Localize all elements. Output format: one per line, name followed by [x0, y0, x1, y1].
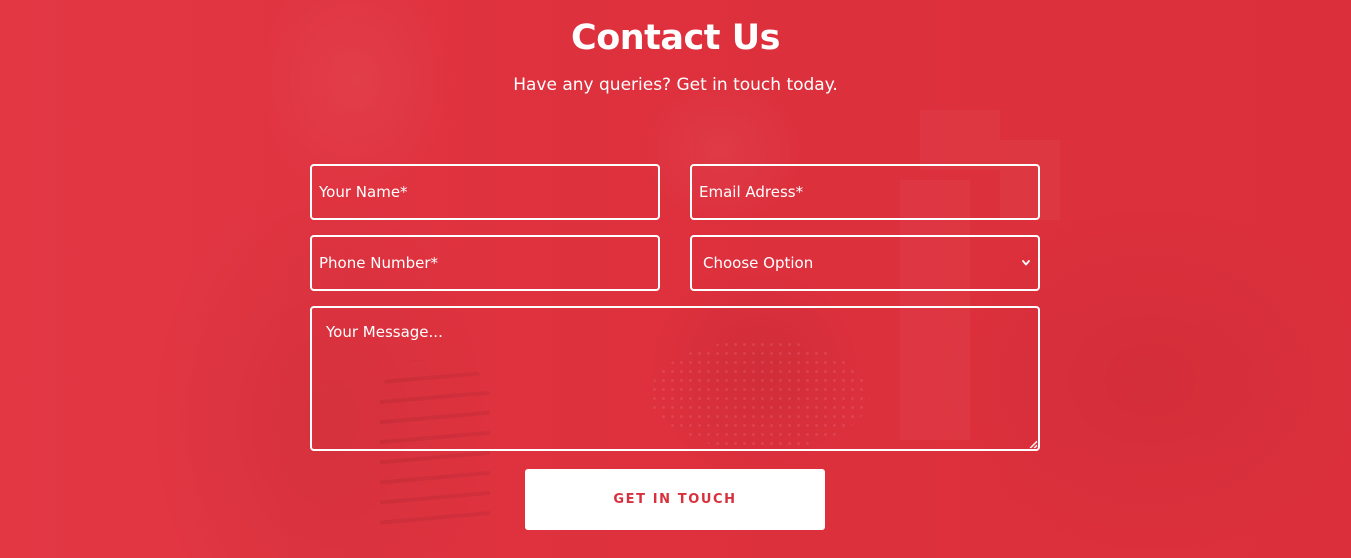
option-select[interactable]: Choose Option: [690, 235, 1040, 291]
email-input[interactable]: [690, 164, 1040, 220]
page-title: Contact Us: [571, 18, 780, 58]
phone-input[interactable]: [310, 235, 660, 291]
option-select-value: Choose Option: [703, 254, 814, 272]
chevron-down-icon: [1022, 260, 1030, 266]
name-input[interactable]: [310, 164, 660, 220]
page-subtitle: Have any queries? Get in touch today.: [513, 75, 838, 95]
get-in-touch-button[interactable]: GET IN TOUCH: [525, 469, 825, 530]
message-textarea[interactable]: [310, 306, 1040, 451]
contact-content: Contact Us Have any queries? Get in touc…: [0, 0, 1351, 558]
contact-section: Contact Us Have any queries? Get in touc…: [0, 0, 1351, 558]
